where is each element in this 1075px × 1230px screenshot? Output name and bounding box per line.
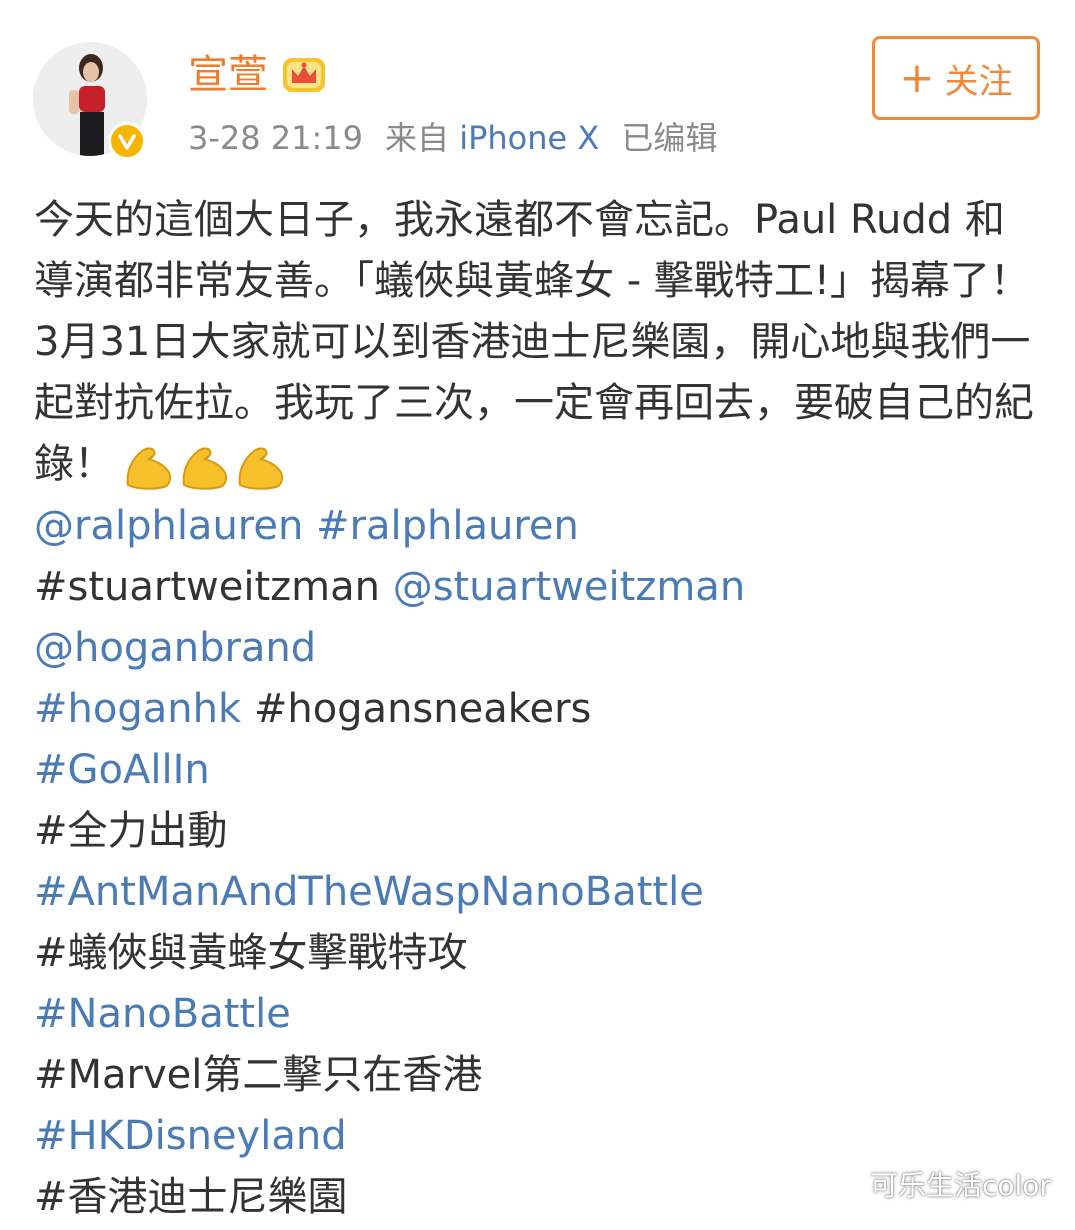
tag-line: #Marvel第二擊只在香港 bbox=[34, 1045, 1044, 1106]
hashtag-link[interactable]: #NanoBattle bbox=[34, 991, 291, 1037]
hashtag-link[interactable]: #全力出動 bbox=[34, 808, 228, 854]
tag-line: @hoganbrand bbox=[34, 618, 1044, 679]
hashtag-link[interactable]: #香港迪士尼樂園 bbox=[34, 1174, 348, 1220]
tag-line: #蟻俠與黃蜂女擊戰特攻 bbox=[34, 923, 1044, 984]
username-text[interactable]: 宣萱 bbox=[188, 50, 268, 100]
source-prefix: 来自 bbox=[385, 119, 450, 157]
crown-icon[interactable] bbox=[280, 53, 328, 97]
mention-link[interactable]: @hoganbrand bbox=[34, 625, 316, 671]
flexed-biceps-icon bbox=[238, 447, 284, 490]
hashtag-link[interactable]: #HKDisneyland bbox=[34, 1113, 347, 1159]
post-body: 今天的這個大日子，我永遠都不會忘記。Paul Rudd 和導演都非常友善。「蟻俠… bbox=[34, 190, 1044, 495]
post-header: 宣萱 3-28 21:19 来自 iPhone X 已编辑 + 关注 bbox=[0, 0, 1075, 170]
hashtag-link[interactable]: #ralphlauren bbox=[316, 503, 579, 549]
post-timestamp: 3-28 21:19 bbox=[188, 119, 364, 157]
hashtag-list: @ralphlauren #ralphlauren #stuartweitzman… bbox=[34, 496, 1044, 1228]
username[interactable]: 宣萱 bbox=[188, 50, 328, 100]
verified-badge-icon bbox=[108, 122, 146, 160]
tag-line: #全力出動 bbox=[34, 801, 1044, 862]
mention-link[interactable]: @ralphlauren bbox=[34, 503, 303, 549]
mention-link[interactable]: @stuartweitzman bbox=[393, 564, 745, 610]
tag-line: #NanoBattle bbox=[34, 984, 1044, 1045]
hashtag-link[interactable]: #stuartweitzman bbox=[34, 564, 380, 610]
post-meta: 3-28 21:19 来自 iPhone X 已编辑 bbox=[188, 116, 717, 160]
tag-line: #AntManAndTheWaspNanoBattle bbox=[34, 862, 1044, 923]
hashtag-link[interactable]: #蟻俠與黃蜂女擊戰特攻 bbox=[34, 930, 468, 976]
tag-line: @ralphlauren #ralphlauren bbox=[34, 496, 1044, 557]
flexed-biceps-icon bbox=[182, 447, 228, 490]
device-link[interactable]: iPhone X bbox=[459, 119, 599, 157]
hashtag-link[interactable]: #hogansneakers bbox=[254, 686, 592, 732]
watermark: 可乐生活color bbox=[822, 1158, 1051, 1210]
hashtag-link[interactable]: #Marvel第二擊只在香港 bbox=[34, 1052, 482, 1098]
tag-line: #hoganhk #hogansneakers bbox=[34, 679, 1044, 740]
tag-line: #stuartweitzman @stuartweitzman bbox=[34, 557, 1044, 618]
hashtag-link[interactable]: #GoAllIn bbox=[34, 747, 210, 793]
tag-line: #GoAllIn bbox=[34, 740, 1044, 801]
hashtag-link[interactable]: #AntManAndTheWaspNanoBattle bbox=[34, 869, 704, 915]
wechat-icon bbox=[822, 1168, 862, 1200]
plus-icon: + bbox=[899, 53, 935, 102]
follow-label: 关注 bbox=[944, 61, 1013, 102]
emoji-group bbox=[122, 441, 290, 491]
edited-label: 已编辑 bbox=[621, 119, 718, 157]
follow-button[interactable]: + 关注 bbox=[872, 36, 1040, 120]
flexed-biceps-icon bbox=[126, 447, 172, 490]
hashtag-link[interactable]: #hoganhk bbox=[34, 686, 241, 732]
watermark-text: 可乐生活color bbox=[870, 1169, 1051, 1202]
